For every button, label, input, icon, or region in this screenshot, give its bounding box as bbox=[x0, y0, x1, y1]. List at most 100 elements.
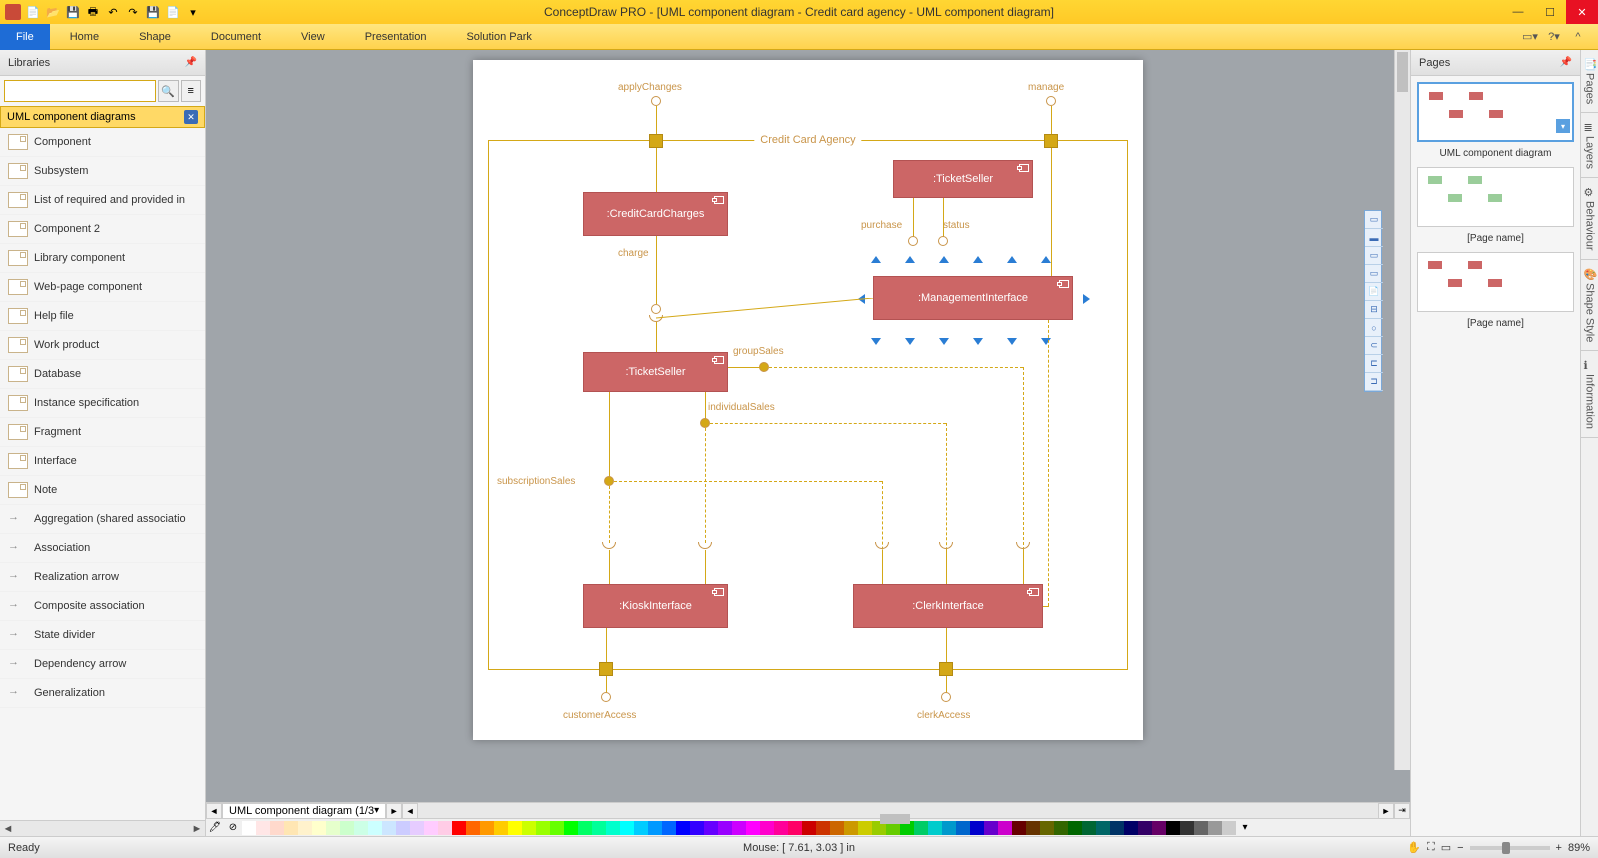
ribbon-tab-presentation[interactable]: Presentation bbox=[345, 26, 447, 48]
ribbon-help-icon[interactable]: ?▾ bbox=[1546, 29, 1562, 45]
color-swatch[interactable] bbox=[816, 821, 830, 835]
color-swatch[interactable] bbox=[984, 821, 998, 835]
interface-lollipop[interactable] bbox=[651, 96, 661, 106]
selection-handle[interactable] bbox=[939, 338, 949, 345]
smart-btn-6[interactable]: ⊟ bbox=[1365, 301, 1383, 319]
status-tool-page-icon[interactable]: ▭ bbox=[1441, 841, 1451, 854]
color-swatch[interactable] bbox=[648, 821, 662, 835]
ribbon-tab-home[interactable]: Home bbox=[50, 26, 119, 48]
interface-lollipop[interactable] bbox=[941, 692, 951, 702]
component-credit-card-charges[interactable]: :CreditCardCharges bbox=[583, 192, 728, 236]
app-menu-icon[interactable] bbox=[4, 3, 22, 21]
color-swatch[interactable] bbox=[480, 821, 494, 835]
library-item[interactable]: Generalization bbox=[0, 679, 205, 708]
color-swatch[interactable] bbox=[382, 821, 396, 835]
color-swatch[interactable] bbox=[704, 821, 718, 835]
page-dropdown-icon[interactable]: ▾ bbox=[1556, 119, 1570, 133]
qat-print-icon[interactable]: 🖶 bbox=[84, 3, 102, 21]
status-tool-fit-icon[interactable]: ⛶ bbox=[1427, 841, 1435, 854]
qat-dropdown-icon[interactable]: ▾ bbox=[184, 3, 202, 21]
canvas-vscroll[interactable] bbox=[1394, 50, 1410, 770]
hscroll-left[interactable]: ◄ bbox=[402, 803, 418, 819]
color-swatch[interactable] bbox=[1012, 821, 1026, 835]
color-swatch[interactable] bbox=[788, 821, 802, 835]
library-item[interactable]: Component bbox=[0, 128, 205, 157]
component-ticket-seller-2[interactable]: :TicketSeller bbox=[583, 352, 728, 392]
color-swatch[interactable] bbox=[662, 821, 676, 835]
smart-btn-7[interactable]: ○ bbox=[1365, 319, 1383, 337]
color-swatch[interactable] bbox=[1138, 821, 1152, 835]
color-swatch[interactable] bbox=[242, 821, 256, 835]
color-swatch[interactable] bbox=[1152, 821, 1166, 835]
smart-btn-9[interactable]: ⊏ bbox=[1365, 355, 1383, 373]
port[interactable] bbox=[1044, 134, 1058, 148]
library-item[interactable]: Subsystem bbox=[0, 157, 205, 186]
interface-lollipop[interactable] bbox=[908, 236, 918, 246]
file-tab[interactable]: File bbox=[0, 24, 50, 50]
selection-handle[interactable] bbox=[973, 256, 983, 263]
color-swatch[interactable] bbox=[536, 821, 550, 835]
smart-btn-4[interactable]: ▭ bbox=[1365, 265, 1383, 283]
palette-more-icon[interactable]: ▾ bbox=[1236, 820, 1254, 836]
component-ticket-seller-1[interactable]: :TicketSeller bbox=[893, 160, 1033, 198]
component-kiosk-interface[interactable]: :KioskInterface bbox=[583, 584, 728, 628]
color-swatch[interactable] bbox=[592, 821, 606, 835]
color-swatch[interactable] bbox=[508, 821, 522, 835]
component-clerk-interface[interactable]: :ClerkInterface bbox=[853, 584, 1043, 628]
interface-ball[interactable] bbox=[700, 418, 710, 428]
port[interactable] bbox=[649, 134, 663, 148]
color-swatch[interactable] bbox=[858, 821, 872, 835]
color-swatch[interactable] bbox=[942, 821, 956, 835]
color-swatch[interactable] bbox=[424, 821, 438, 835]
selection-handle[interactable] bbox=[905, 338, 915, 345]
pin-icon[interactable]: 📌 bbox=[1560, 57, 1572, 68]
minimize-button[interactable]: — bbox=[1502, 0, 1534, 24]
library-search-input[interactable] bbox=[4, 80, 156, 102]
color-swatch[interactable] bbox=[844, 821, 858, 835]
color-swatch[interactable] bbox=[396, 821, 410, 835]
status-tool-hand-icon[interactable]: ✋ bbox=[1407, 841, 1421, 854]
color-swatch[interactable] bbox=[578, 821, 592, 835]
port[interactable] bbox=[939, 662, 953, 676]
color-swatch[interactable] bbox=[466, 821, 480, 835]
color-swatch[interactable] bbox=[1166, 821, 1180, 835]
hscroll-end[interactable]: ⇥ bbox=[1394, 803, 1410, 819]
palette-nofill-icon[interactable]: ⊘ bbox=[224, 820, 242, 836]
zoom-out-icon[interactable]: − bbox=[1457, 842, 1463, 854]
library-item[interactable]: Realization arrow bbox=[0, 563, 205, 592]
ribbon-tab-solution-park[interactable]: Solution Park bbox=[446, 26, 551, 48]
sheet-tab[interactable]: UML component diagram (1/3 ▾ bbox=[222, 803, 386, 819]
qat-open-icon[interactable]: 📂 bbox=[44, 3, 62, 21]
color-swatch[interactable] bbox=[774, 821, 788, 835]
qat-save2-icon[interactable]: 💾 bbox=[144, 3, 162, 21]
library-item[interactable]: Database bbox=[0, 360, 205, 389]
color-swatch[interactable] bbox=[1026, 821, 1040, 835]
selection-handle[interactable] bbox=[871, 338, 881, 345]
color-swatch[interactable] bbox=[564, 821, 578, 835]
color-swatch[interactable] bbox=[494, 821, 508, 835]
sheet-nav-first[interactable]: ◄ bbox=[206, 803, 222, 819]
selection-handle[interactable] bbox=[973, 338, 983, 345]
color-swatch[interactable] bbox=[998, 821, 1012, 835]
color-swatch[interactable] bbox=[634, 821, 648, 835]
color-swatch[interactable] bbox=[620, 821, 634, 835]
qat-undo-icon[interactable]: ↶ bbox=[104, 3, 122, 21]
color-swatch[interactable] bbox=[606, 821, 620, 835]
library-item[interactable]: State divider bbox=[0, 621, 205, 650]
color-swatch[interactable] bbox=[298, 821, 312, 835]
color-swatch[interactable] bbox=[970, 821, 984, 835]
zoom-slider[interactable] bbox=[1470, 846, 1550, 850]
color-swatch[interactable] bbox=[438, 821, 452, 835]
interface-lollipop[interactable] bbox=[938, 236, 948, 246]
ribbon-window-icon[interactable]: ▭▾ bbox=[1522, 29, 1538, 45]
color-swatch[interactable] bbox=[718, 821, 732, 835]
ribbon-tab-view[interactable]: View bbox=[281, 26, 345, 48]
library-item[interactable]: Fragment bbox=[0, 418, 205, 447]
color-swatch[interactable] bbox=[410, 821, 424, 835]
library-item[interactable]: Aggregation (shared associatio bbox=[0, 505, 205, 534]
color-swatch[interactable] bbox=[452, 821, 466, 835]
side-tab-shape-style[interactable]: 🎨Shape Style bbox=[1581, 260, 1598, 351]
color-swatch[interactable] bbox=[830, 821, 844, 835]
color-swatch[interactable] bbox=[284, 821, 298, 835]
selection-handle[interactable] bbox=[939, 256, 949, 263]
